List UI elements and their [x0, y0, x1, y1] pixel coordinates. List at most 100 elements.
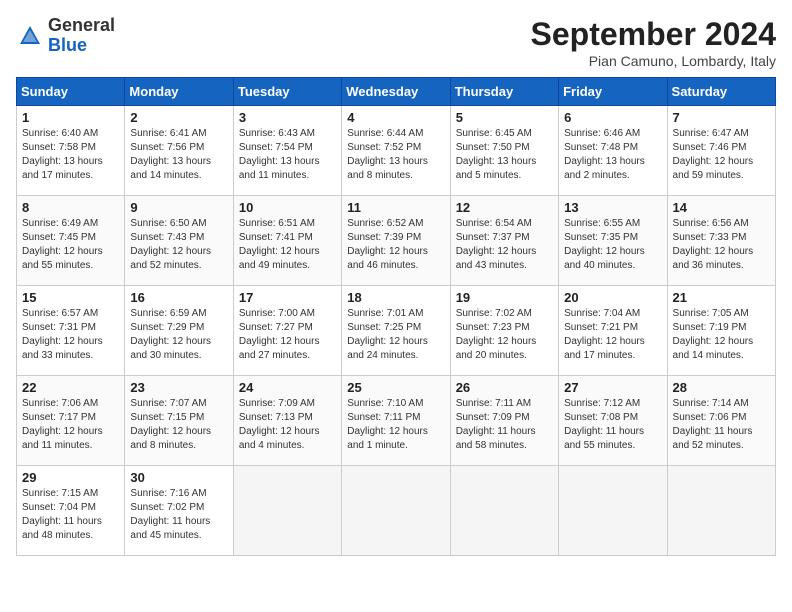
- day-detail: Sunrise: 6:41 AM Sunset: 7:56 PM Dayligh…: [130, 127, 227, 183]
- calendar-cell: 6 Sunrise: 6:46 AM Sunset: 7:48 PM Daylig…: [559, 106, 667, 196]
- day-detail: Sunrise: 7:01 AM Sunset: 7:25 PM Dayligh…: [347, 307, 444, 363]
- day-detail: Sunrise: 7:11 AM Sunset: 7:09 PM Dayligh…: [456, 397, 553, 453]
- day-detail: Sunrise: 6:59 AM Sunset: 7:29 PM Dayligh…: [130, 307, 227, 363]
- calendar-week-row: 8 Sunrise: 6:49 AM Sunset: 7:45 PM Daylig…: [17, 196, 776, 286]
- day-number: 26: [456, 380, 553, 395]
- day-detail: Sunrise: 7:05 AM Sunset: 7:19 PM Dayligh…: [673, 307, 770, 363]
- day-number: 4: [347, 110, 444, 125]
- day-detail: Sunrise: 6:45 AM Sunset: 7:50 PM Dayligh…: [456, 127, 553, 183]
- calendar-week-row: 1 Sunrise: 6:40 AM Sunset: 7:58 PM Daylig…: [17, 106, 776, 196]
- day-number: 23: [130, 380, 227, 395]
- day-number: 7: [673, 110, 770, 125]
- day-number: 15: [22, 290, 119, 305]
- calendar-cell: 8 Sunrise: 6:49 AM Sunset: 7:45 PM Daylig…: [17, 196, 125, 286]
- day-detail: Sunrise: 7:02 AM Sunset: 7:23 PM Dayligh…: [456, 307, 553, 363]
- weekday-header: Tuesday: [233, 78, 341, 106]
- day-detail: Sunrise: 6:51 AM Sunset: 7:41 PM Dayligh…: [239, 217, 336, 273]
- calendar-cell: 14Sunrise: 6:56 AM Sunset: 7:33 PM Dayli…: [667, 196, 775, 286]
- calendar-week-row: 29 Sunrise: 7:15 AM Sunset: 7:04 PM Dayli…: [17, 466, 776, 556]
- logo-icon: [16, 22, 44, 50]
- day-number: 5: [456, 110, 553, 125]
- day-number: 28: [673, 380, 770, 395]
- day-number: 27: [564, 380, 661, 395]
- day-detail: Sunrise: 7:15 AM Sunset: 7:04 PM Dayligh…: [22, 487, 119, 543]
- weekday-header: Sunday: [17, 78, 125, 106]
- calendar-cell: 10Sunrise: 6:51 AM Sunset: 7:41 PM Dayli…: [233, 196, 341, 286]
- calendar-cell: 5 Sunrise: 6:45 AM Sunset: 7:50 PM Daylig…: [450, 106, 558, 196]
- calendar-cell: 24 Sunrise: 7:09 AM Sunset: 7:13 PM Dayli…: [233, 376, 341, 466]
- day-detail: Sunrise: 7:10 AM Sunset: 7:11 PM Dayligh…: [347, 397, 444, 453]
- day-number: 19: [456, 290, 553, 305]
- day-detail: Sunrise: 7:09 AM Sunset: 7:13 PM Dayligh…: [239, 397, 336, 453]
- day-number: 14: [673, 200, 770, 215]
- calendar-cell: [559, 466, 667, 556]
- calendar-cell: 4 Sunrise: 6:44 AM Sunset: 7:52 PM Daylig…: [342, 106, 450, 196]
- day-number: 29: [22, 470, 119, 485]
- calendar-cell: 19 Sunrise: 7:02 AM Sunset: 7:23 PM Dayli…: [450, 286, 558, 376]
- day-number: 22: [22, 380, 119, 395]
- day-number: 18: [347, 290, 444, 305]
- month-year: September 2024: [531, 16, 776, 53]
- day-number: 1: [22, 110, 119, 125]
- day-number: 25: [347, 380, 444, 395]
- day-detail: Sunrise: 7:07 AM Sunset: 7:15 PM Dayligh…: [130, 397, 227, 453]
- calendar-cell: 11Sunrise: 6:52 AM Sunset: 7:39 PM Dayli…: [342, 196, 450, 286]
- calendar-cell: [450, 466, 558, 556]
- weekday-header: Saturday: [667, 78, 775, 106]
- calendar-cell: 12Sunrise: 6:54 AM Sunset: 7:37 PM Dayli…: [450, 196, 558, 286]
- calendar-cell: 23 Sunrise: 7:07 AM Sunset: 7:15 PM Dayli…: [125, 376, 233, 466]
- day-detail: Sunrise: 6:47 AM Sunset: 7:46 PM Dayligh…: [673, 127, 770, 183]
- location: Pian Camuno, Lombardy, Italy: [531, 53, 776, 69]
- calendar-cell: [667, 466, 775, 556]
- calendar-cell: 20 Sunrise: 7:04 AM Sunset: 7:21 PM Dayli…: [559, 286, 667, 376]
- day-detail: Sunrise: 7:00 AM Sunset: 7:27 PM Dayligh…: [239, 307, 336, 363]
- weekday-header: Monday: [125, 78, 233, 106]
- day-number: 20: [564, 290, 661, 305]
- calendar-cell: 16 Sunrise: 6:59 AM Sunset: 7:29 PM Dayli…: [125, 286, 233, 376]
- calendar-cell: [233, 466, 341, 556]
- day-detail: Sunrise: 6:55 AM Sunset: 7:35 PM Dayligh…: [564, 217, 661, 273]
- day-number: 3: [239, 110, 336, 125]
- page-header: General Blue September 2024 Pian Camuno,…: [16, 16, 776, 69]
- logo-blue: Blue: [48, 36, 115, 56]
- day-detail: Sunrise: 6:44 AM Sunset: 7:52 PM Dayligh…: [347, 127, 444, 183]
- calendar-cell: 7 Sunrise: 6:47 AM Sunset: 7:46 PM Daylig…: [667, 106, 775, 196]
- calendar-cell: 27Sunrise: 7:12 AM Sunset: 7:08 PM Dayli…: [559, 376, 667, 466]
- day-detail: Sunrise: 6:57 AM Sunset: 7:31 PM Dayligh…: [22, 307, 119, 363]
- calendar-cell: 1 Sunrise: 6:40 AM Sunset: 7:58 PM Daylig…: [17, 106, 125, 196]
- day-number: 24: [239, 380, 336, 395]
- calendar-cell: 25 Sunrise: 7:10 AM Sunset: 7:11 PM Dayli…: [342, 376, 450, 466]
- weekday-header: Wednesday: [342, 78, 450, 106]
- calendar-cell: 15 Sunrise: 6:57 AM Sunset: 7:31 PM Dayli…: [17, 286, 125, 376]
- logo-general: General: [48, 16, 115, 36]
- day-detail: Sunrise: 6:43 AM Sunset: 7:54 PM Dayligh…: [239, 127, 336, 183]
- weekday-header: Thursday: [450, 78, 558, 106]
- calendar-cell: 18 Sunrise: 7:01 AM Sunset: 7:25 PM Dayli…: [342, 286, 450, 376]
- day-detail: Sunrise: 6:49 AM Sunset: 7:45 PM Dayligh…: [22, 217, 119, 273]
- day-detail: Sunrise: 7:06 AM Sunset: 7:17 PM Dayligh…: [22, 397, 119, 453]
- day-detail: Sunrise: 7:16 AM Sunset: 7:02 PM Dayligh…: [130, 487, 227, 543]
- calendar-cell: 26 Sunrise: 7:11 AM Sunset: 7:09 PM Dayli…: [450, 376, 558, 466]
- day-number: 16: [130, 290, 227, 305]
- day-number: 30: [130, 470, 227, 485]
- day-number: 2: [130, 110, 227, 125]
- day-detail: Sunrise: 7:04 AM Sunset: 7:21 PM Dayligh…: [564, 307, 661, 363]
- day-number: 9: [130, 200, 227, 215]
- day-number: 13: [564, 200, 661, 215]
- day-detail: Sunrise: 6:40 AM Sunset: 7:58 PM Dayligh…: [22, 127, 119, 183]
- day-detail: Sunrise: 6:46 AM Sunset: 7:48 PM Dayligh…: [564, 127, 661, 183]
- calendar-cell: 2 Sunrise: 6:41 AM Sunset: 7:56 PM Daylig…: [125, 106, 233, 196]
- calendar-cell: 3 Sunrise: 6:43 AM Sunset: 7:54 PM Daylig…: [233, 106, 341, 196]
- weekday-header: Friday: [559, 78, 667, 106]
- day-number: 21: [673, 290, 770, 305]
- day-detail: Sunrise: 6:52 AM Sunset: 7:39 PM Dayligh…: [347, 217, 444, 273]
- day-number: 6: [564, 110, 661, 125]
- day-detail: Sunrise: 6:54 AM Sunset: 7:37 PM Dayligh…: [456, 217, 553, 273]
- day-detail: Sunrise: 6:50 AM Sunset: 7:43 PM Dayligh…: [130, 217, 227, 273]
- day-number: 17: [239, 290, 336, 305]
- calendar-cell: 17 Sunrise: 7:00 AM Sunset: 7:27 PM Dayli…: [233, 286, 341, 376]
- day-number: 8: [22, 200, 119, 215]
- calendar-cell: 28Sunrise: 7:14 AM Sunset: 7:06 PM Dayli…: [667, 376, 775, 466]
- calendar-cell: 13 Sunrise: 6:55 AM Sunset: 7:35 PM Dayli…: [559, 196, 667, 286]
- calendar-cell: 9 Sunrise: 6:50 AM Sunset: 7:43 PM Daylig…: [125, 196, 233, 286]
